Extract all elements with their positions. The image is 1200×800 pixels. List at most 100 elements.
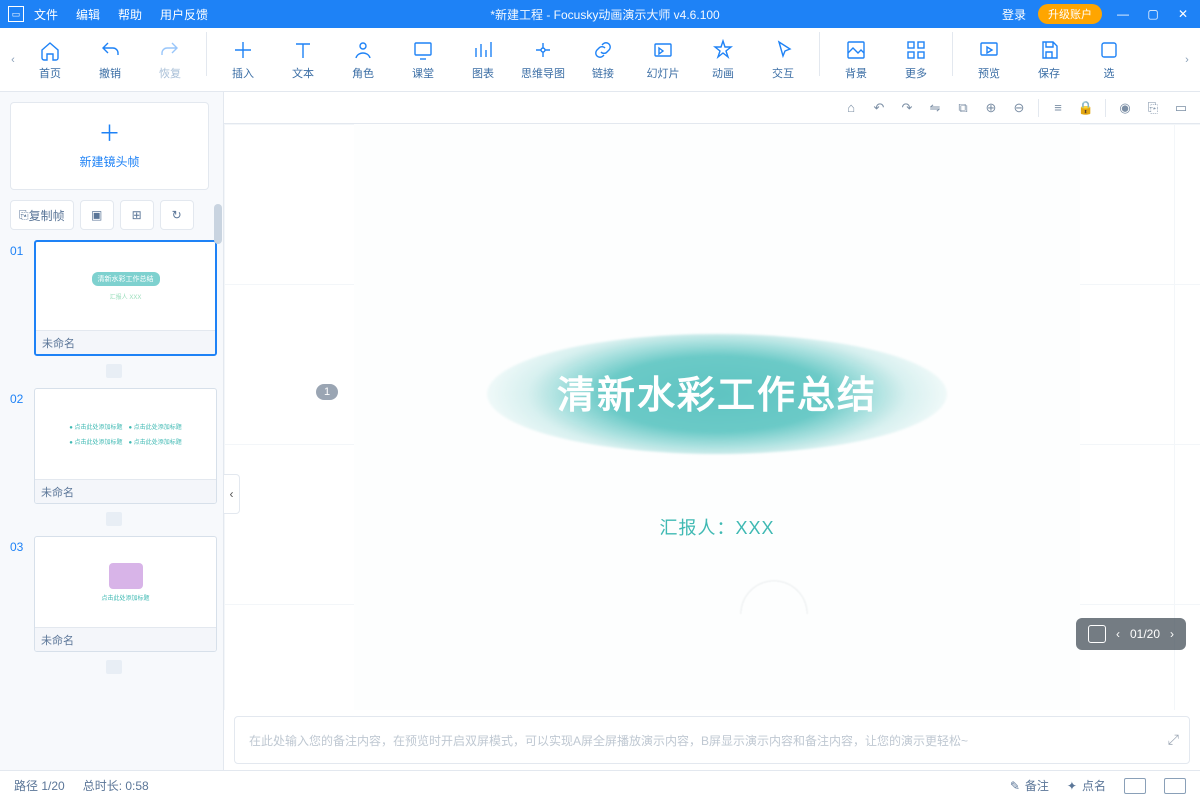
canvas[interactable]: 清新水彩工作总结 汇报人：XXX 1 ‹ ‹01/20› [224,124,1200,710]
canvas-flip-icon[interactable]: ⇋ [926,99,944,117]
toolbar-interact-button[interactable]: 交互 [753,32,813,88]
interact-icon [772,39,794,61]
menu-help[interactable]: 帮助 [118,6,142,23]
slide-title[interactable]: 清新水彩工作总结 [557,364,877,419]
collapse-sidebar-icon[interactable]: ‹ [224,474,240,514]
canvas-rot-r-icon[interactable]: ↷ [898,99,916,117]
toolbar-prev-icon[interactable]: ‹ [6,54,20,66]
close-icon[interactable]: ✕ [1174,7,1192,21]
insert-icon [232,39,254,61]
nav-pager: 01/20 [1130,627,1160,641]
toolbar-preview-button[interactable]: 预览 [959,32,1019,88]
thumb-preview: 清新水彩工作总结汇报人 XXX [36,242,215,330]
toolbar-slide-button[interactable]: 幻灯片 [633,32,693,88]
timer-icon[interactable] [106,512,122,526]
toolbar-class-button[interactable]: 课堂 [393,32,453,88]
save-icon [1038,39,1060,61]
link-icon [592,39,614,61]
thumb-preview: ● 点击此处添加标题● 点击此处添加标题● 点击此处添加标题● 点击此处添加标题 [35,389,216,479]
nav-home-icon[interactable] [1088,625,1106,643]
thumb-number: 03 [10,536,34,652]
remark-button[interactable]: ✎ 备注 [1010,777,1049,794]
timer-icon[interactable] [106,660,122,674]
slide-presenter[interactable]: 汇报人：XXX [659,514,774,540]
qr-button[interactable]: ⊞ [120,200,154,230]
toolbar-text-button[interactable]: 文本 [273,32,333,88]
toolbar-next-icon[interactable]: › [1180,54,1194,66]
maximize-icon[interactable]: ▢ [1144,7,1162,21]
toolbar-sel-button[interactable]: 选 [1079,32,1139,88]
upgrade-button[interactable]: 升级账户 [1038,4,1102,24]
menu-file[interactable]: 文件 [34,6,58,23]
bg-icon [845,39,867,61]
footer-tool-1[interactable] [1124,778,1146,794]
canvas-lock-icon[interactable]: 🔒 [1077,99,1095,117]
preview-icon [978,39,1000,61]
canvas-camera-icon[interactable]: ◉ [1116,99,1134,117]
login-link[interactable]: 登录 [1002,6,1026,23]
toolbar-bg-button[interactable]: 背景 [826,32,886,88]
window-title: *新建工程 - Focusky动画演示大师 v4.6.100 [208,6,1002,23]
copy-frame-button[interactable]: ⎘ 复制帧 [10,200,74,230]
toolbar-undo-button[interactable]: 撤销 [80,32,140,88]
thumb-label: 未命名 [36,330,215,354]
timer-icon[interactable] [106,364,122,378]
canvas-navigator[interactable]: ‹01/20› [1076,618,1186,650]
status-bar: 路径 1/20 总时长: 0:58 ✎ 备注 ✦ 点名 [0,770,1200,800]
notes-input[interactable]: 在此处输入您的备注内容，在预览时开启双屏模式，可以实现A屏全屏播放演示内容，B屏… [234,716,1190,764]
frame-badge: 1 [316,384,338,400]
plus-icon: ＋ [98,123,120,145]
text-icon [292,39,314,61]
toolbar-chart-button[interactable]: 图表 [453,32,513,88]
menu-edit[interactable]: 编辑 [76,6,100,23]
toolbar-role-button[interactable]: 角色 [333,32,393,88]
minimize-icon[interactable]: — [1114,7,1132,21]
new-frame-button[interactable]: ＋ 新建镜头帧 [10,102,209,190]
sel-icon [1098,39,1120,61]
toolbar-more-button[interactable]: 更多 [886,32,946,88]
thumbnail-01[interactable]: 清新水彩工作总结汇报人 XXX未命名 [34,240,217,356]
toolbar-save-button[interactable]: 保存 [1019,32,1079,88]
more-icon [905,39,927,61]
sidebar-scrollbar[interactable] [213,196,223,770]
thumb-number: 02 [10,388,34,504]
toolbar-insert-button[interactable]: 插入 [213,32,273,88]
rollcall-button[interactable]: ✦ 点名 [1067,777,1106,794]
thumb-number: 01 [10,240,34,356]
canvas-align-icon[interactable]: ≡ [1049,99,1067,117]
canvas-rec-icon[interactable]: ▭ [1172,99,1190,117]
canvas-toolbar: ⌂ ↶ ↷ ⇋ ⧉ ⊕ ⊖ ≡ 🔒 ◉ ⎘ ▭ [224,92,1200,124]
role-icon [352,39,374,61]
toolbar-mind-button[interactable]: 思维导图 [513,32,573,88]
toolbar-redo-button[interactable]: 恢复 [140,32,200,88]
menu-feedback[interactable]: 用户反馈 [160,6,208,23]
duration-indicator: 总时长: 0:58 [83,777,149,794]
chart-icon [472,39,494,61]
refresh-button[interactable]: ↻ [160,200,194,230]
footer-tool-2[interactable] [1164,778,1186,794]
canvas-rot-l-icon[interactable]: ↶ [870,99,888,117]
canvas-dup-icon[interactable]: ⧉ [954,99,972,117]
toolbar-anim-button[interactable]: 动画 [693,32,753,88]
thumbnail-02[interactable]: ● 点击此处添加标题● 点击此处添加标题● 点击此处添加标题● 点击此处添加标题… [34,388,217,504]
canvas-zoom-in-icon[interactable]: ⊕ [982,99,1000,117]
camera-button[interactable]: ▣ [80,200,114,230]
canvas-zoom-out-icon[interactable]: ⊖ [1010,99,1028,117]
mind-icon [532,39,554,61]
toolbar-home-button[interactable]: 首页 [20,32,80,88]
title-bar: ▭ 文件 编辑 帮助 用户反馈 *新建工程 - Focusky动画演示大师 v4… [0,0,1200,28]
canvas-copy-icon[interactable]: ⎘ [1144,99,1162,117]
thumbnail-list: 01清新水彩工作总结汇报人 XXX未命名02● 点击此处添加标题● 点击此处添加… [10,240,217,766]
new-frame-label: 新建镜头帧 [79,153,139,170]
expand-notes-icon[interactable]: ⤢ [1168,731,1179,748]
thumbnail-03[interactable]: 点击此处添加标题未命名 [34,536,217,652]
toolbar: ‹ 首页撤销恢复插入文本角色课堂图表思维导图链接幻灯片动画交互背景更多预览保存选… [0,28,1200,92]
toolbar-link-button[interactable]: 链接 [573,32,633,88]
thumb-label: 未命名 [35,479,216,503]
canvas-home-icon[interactable]: ⌂ [842,99,860,117]
main-menu: 文件 编辑 帮助 用户反馈 [34,6,208,23]
slide-icon [652,39,674,61]
sidebar: ＋ 新建镜头帧 ⎘ 复制帧 ▣ ⊞ ↻ 01清新水彩工作总结汇报人 XXX未命名… [0,92,224,770]
undo-icon [99,39,121,61]
notes-placeholder: 在此处输入您的备注内容，在预览时开启双屏模式，可以实现A屏全屏播放演示内容，B屏… [249,732,968,749]
